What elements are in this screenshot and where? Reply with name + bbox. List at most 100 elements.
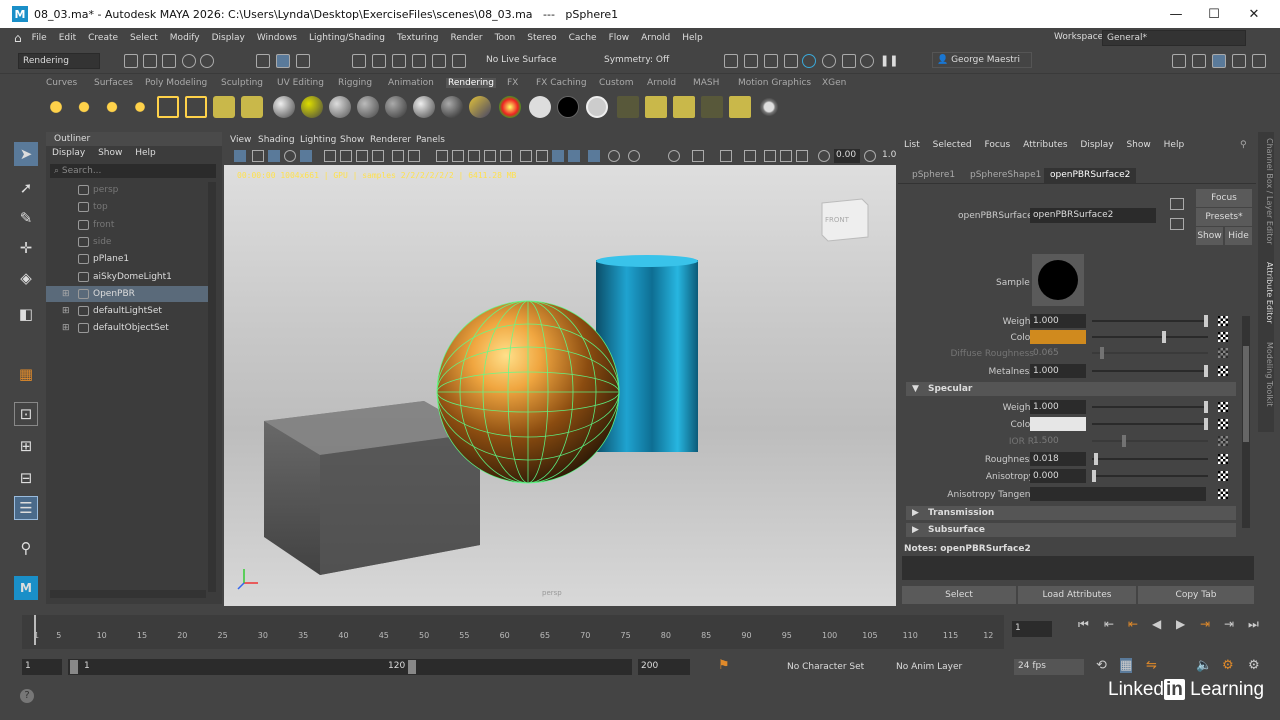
attr-scrollbar[interactable]: [1242, 316, 1250, 528]
anisotropy-slider[interactable]: [1092, 470, 1208, 482]
move-tool-icon[interactable]: ✛: [14, 236, 38, 260]
pause-icon[interactable]: ❚❚: [880, 54, 898, 68]
roughness-field[interactable]: 0.018: [1030, 452, 1086, 466]
ambient-occlusion-icon[interactable]: [536, 150, 548, 162]
time-slider-track[interactable]: 1 5 10 15 20 25 30 35 40 45 50 55 60 65 70 75 80 85 90 95 10…: [22, 615, 1004, 649]
exposure-reset-icon[interactable]: [818, 150, 830, 162]
attr-menu-help[interactable]: Help: [1164, 140, 1185, 150]
outliner-item[interactable]: persp: [46, 182, 208, 198]
animation-end-field[interactable]: 200: [638, 659, 690, 675]
render-layer-icon[interactable]: [213, 96, 235, 118]
2d-pan-zoom-icon[interactable]: [300, 150, 312, 162]
focus-button[interactable]: Focus: [1196, 189, 1252, 207]
select-tool-icon[interactable]: ➤: [14, 142, 38, 166]
snap-view-icon[interactable]: [412, 54, 426, 68]
redo-icon[interactable]: [200, 54, 214, 68]
lasso-tool-icon[interactable]: ➚: [14, 176, 38, 200]
menu-stereo[interactable]: Stereo: [527, 33, 556, 43]
specular-color-slider[interactable]: [1092, 418, 1208, 430]
base-weight-field[interactable]: 1.000: [1030, 314, 1086, 328]
go-to-end-icon[interactable]: ⏭: [1248, 617, 1259, 632]
metalness-field[interactable]: 1.000: [1030, 364, 1086, 378]
batch-render-icon[interactable]: [729, 96, 751, 118]
outliner-item[interactable]: front: [46, 217, 208, 233]
camera-attributes-icon[interactable]: [252, 150, 264, 162]
outliner-menu-help[interactable]: Help: [135, 148, 156, 158]
specular-weight-slider[interactable]: [1092, 401, 1208, 413]
expand-icon[interactable]: ⊞: [62, 323, 70, 333]
anti-aliasing-icon[interactable]: [588, 150, 600, 162]
outliner-item[interactable]: pPlane1: [46, 251, 208, 267]
attribute-editor-side-tab[interactable]: Attribute Editor: [1258, 262, 1274, 332]
menu-arnold[interactable]: Arnold: [641, 33, 670, 43]
camera-select-icon[interactable]: [234, 150, 246, 162]
anisotropic-material-icon[interactable]: [385, 96, 407, 118]
light-editor-icon[interactable]: [241, 96, 263, 118]
select-by-hierarchy-icon[interactable]: [256, 54, 270, 68]
roughness-slider[interactable]: [1092, 453, 1208, 465]
xray-icon[interactable]: [452, 150, 464, 162]
sculpt-tools-icon[interactable]: [1172, 54, 1186, 68]
tab-openpbrsurface2[interactable]: openPBRSurface2: [1044, 168, 1137, 183]
directional-light-icon[interactable]: [73, 96, 95, 118]
grease-pencil-icon[interactable]: [324, 150, 336, 162]
shelf-tab-custom[interactable]: Custom: [599, 78, 633, 88]
layered-shader-icon[interactable]: [441, 96, 463, 118]
attr-menu-display[interactable]: Display: [1080, 140, 1113, 150]
use-all-lights-icon[interactable]: [468, 150, 480, 162]
anisotropy-map-icon[interactable]: [1218, 471, 1228, 481]
shelf-tab-xgen[interactable]: XGen: [822, 78, 846, 88]
pin-icon[interactable]: ⚲: [1240, 140, 1247, 150]
presets-button[interactable]: Presets*: [1196, 208, 1252, 226]
select-button[interactable]: Select: [902, 586, 1016, 604]
two-view-layout-icon[interactable]: ⊟: [14, 466, 38, 490]
lambert-material-icon[interactable]: [301, 96, 323, 118]
character-set-dropdown[interactable]: No Character Set: [787, 662, 864, 672]
specular-section-header[interactable]: ▼ Specular: [906, 382, 1236, 396]
attr-menu-attributes[interactable]: Attributes: [1023, 140, 1067, 150]
shelf-tab-fx[interactable]: FX: [507, 78, 518, 88]
search-icon[interactable]: ⚲: [14, 536, 38, 560]
copy-tab-button[interactable]: Copy Tab: [1138, 586, 1254, 604]
outliner-item[interactable]: ⊞ defaultLightSet: [46, 303, 208, 319]
shelf-tab-animation[interactable]: Animation: [388, 78, 434, 88]
new-scene-icon[interactable]: [124, 54, 138, 68]
snap-surface-icon[interactable]: [432, 54, 446, 68]
render-settings-shelf-icon[interactable]: [758, 96, 780, 118]
tab-psphereshape1[interactable]: pSphereShape1: [964, 168, 1047, 183]
film-gate-icon[interactable]: [356, 150, 368, 162]
close-button[interactable]: ✕: [1234, 0, 1274, 28]
render-view-shelf-icon[interactable]: [701, 96, 723, 118]
view-cube[interactable]: FRONT: [821, 198, 869, 242]
play-backwards-icon[interactable]: ◀: [1152, 617, 1161, 631]
menu-modify[interactable]: Modify: [170, 33, 200, 43]
volume-light-icon[interactable]: [185, 96, 207, 118]
save-scene-icon[interactable]: [162, 54, 176, 68]
channel-box-side-tab[interactable]: Channel Box / Layer Editor: [1258, 138, 1274, 248]
animation-start-field[interactable]: 1: [22, 659, 62, 675]
outliner-item[interactable]: aiSkyDomeLight1: [46, 269, 208, 285]
specular-color-map-icon[interactable]: [1218, 419, 1228, 429]
vp-menu-lighting[interactable]: Lighting: [300, 135, 336, 145]
time-slider[interactable]: 1 5 10 15 20 25 30 35 40 45 50 55 60 65 70 75 80 85 90 95 10…: [0, 607, 1280, 657]
attr-menu-focus[interactable]: Focus: [985, 140, 1011, 150]
ipr-render-icon[interactable]: [764, 54, 778, 68]
four-view-layout-icon[interactable]: ⊞: [14, 434, 38, 458]
ramp-shader-icon[interactable]: [469, 96, 491, 118]
hud-icon[interactable]: [628, 150, 640, 162]
menu-render[interactable]: Render: [451, 33, 483, 43]
shelf-tab-sculpting[interactable]: Sculpting: [221, 78, 263, 88]
specular-weight-field[interactable]: 1.000: [1030, 400, 1086, 414]
shelf-tab-arnold[interactable]: Arnold: [647, 78, 676, 88]
arnold-render-icon[interactable]: [842, 54, 856, 68]
vp-menu-renderer[interactable]: Renderer: [370, 135, 411, 145]
maximize-button[interactable]: ☐: [1194, 0, 1234, 28]
render-settings-icon[interactable]: [784, 54, 798, 68]
range-end-handle[interactable]: [408, 660, 416, 674]
spot-light-icon[interactable]: [129, 96, 151, 118]
select-by-object-icon[interactable]: [276, 54, 290, 68]
frame-selected-icon[interactable]: [764, 150, 776, 162]
shelf-tab-curves[interactable]: Curves: [46, 78, 77, 88]
metalness-map-icon[interactable]: [1218, 366, 1228, 376]
load-attributes-button[interactable]: Load Attributes: [1018, 586, 1136, 604]
